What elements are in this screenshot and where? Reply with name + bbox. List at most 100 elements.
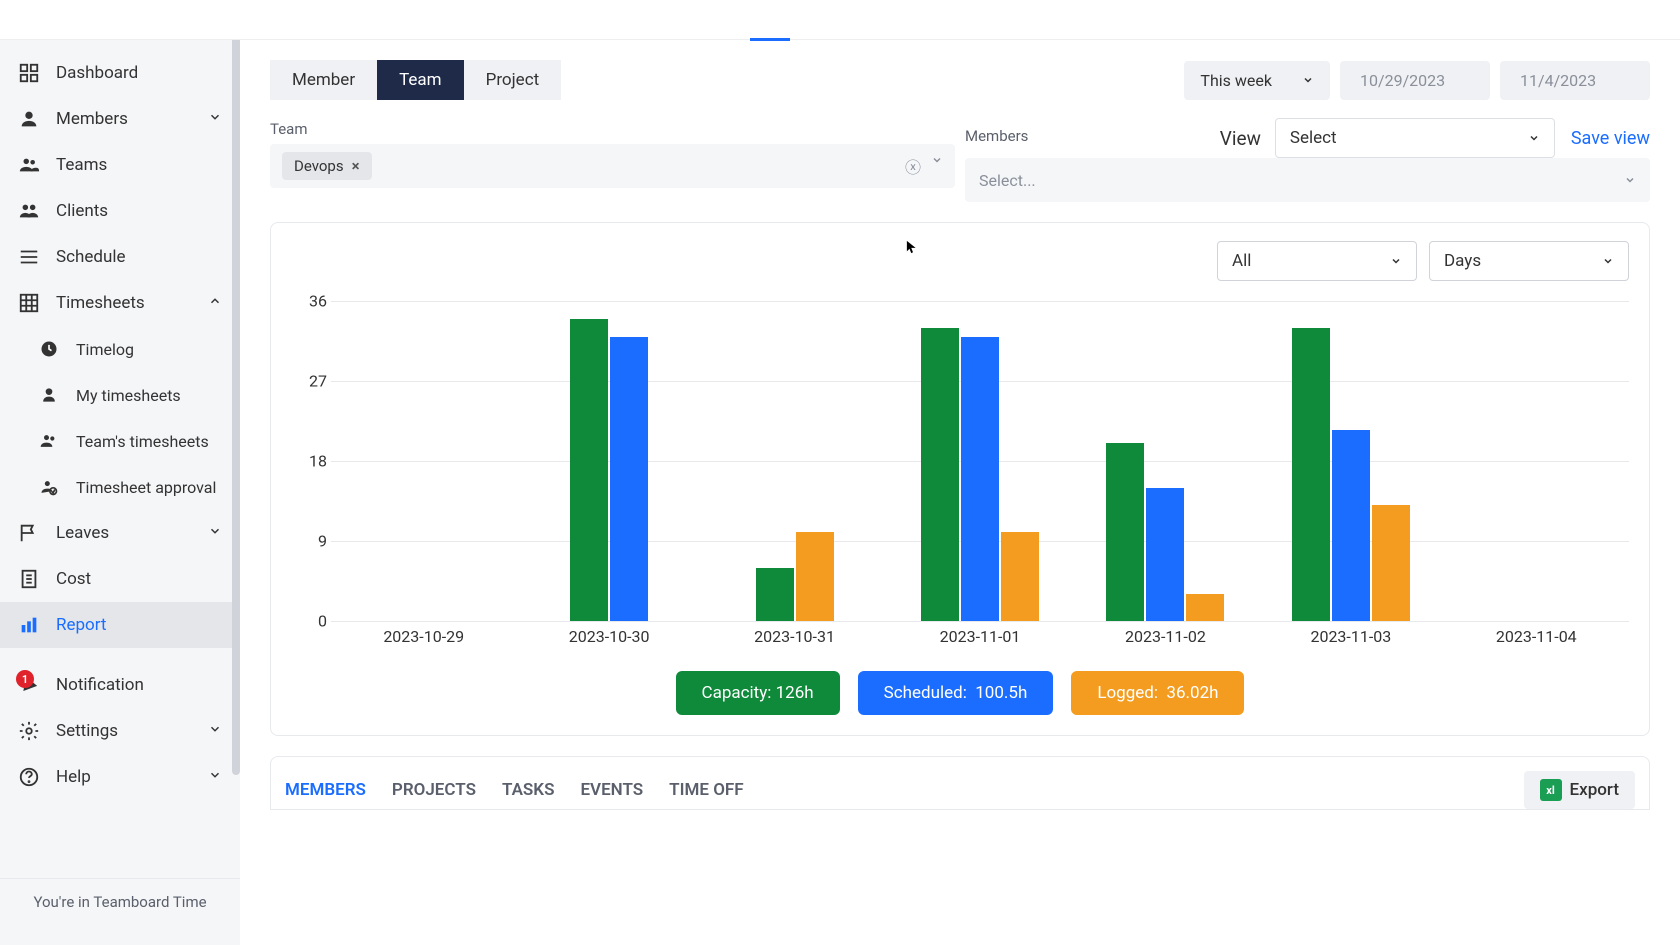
tab-member[interactable]: Member — [270, 60, 377, 100]
bar-capacity — [921, 328, 959, 621]
series-filter-value: All — [1232, 251, 1251, 271]
dashboard-icon — [18, 62, 40, 84]
legend-scheduled: Scheduled: 100.5h — [858, 671, 1054, 715]
export-button[interactable]: xlExport — [1524, 771, 1635, 809]
bar-capacity — [756, 568, 794, 621]
chevron-down-icon — [1390, 255, 1402, 267]
subtab-events[interactable]: EVENTS — [580, 780, 643, 800]
bar-scheduled — [1332, 430, 1370, 621]
subtab-timeoff[interactable]: TIME OFF — [669, 780, 743, 800]
members-placeholder: Select... — [979, 171, 1036, 190]
nav-schedule[interactable]: Schedule — [0, 234, 240, 280]
excel-icon: xl — [1540, 779, 1562, 801]
chevron-down-icon — [208, 523, 222, 543]
nav-timelog[interactable]: Timelog — [0, 326, 240, 372]
bar-capacity — [570, 319, 608, 621]
chip-label: Devops — [294, 157, 344, 175]
members-filter-input[interactable]: Select... — [965, 158, 1650, 202]
nav-clients[interactable]: Clients — [0, 188, 240, 234]
nav-my-timesheets[interactable]: My timesheets — [0, 372, 240, 418]
schedule-icon — [18, 246, 40, 268]
bell-icon: 1 — [18, 674, 40, 696]
save-view-link[interactable]: Save view — [1571, 128, 1650, 149]
bar-chart: 09182736 2023-10-292023-10-302023-10-312… — [331, 301, 1629, 651]
chart-card: All Days 09182736 2023-10-292023-10-3020… — [270, 222, 1650, 736]
subtab-projects[interactable]: PROJECTS — [392, 780, 476, 800]
subtab-tasks[interactable]: TASKS — [502, 780, 555, 800]
chevron-down-icon — [1624, 174, 1636, 186]
bar-logged — [1186, 594, 1224, 621]
nav-label: Schedule — [56, 247, 125, 267]
nav-help[interactable]: Help — [0, 754, 240, 800]
nav-settings[interactable]: Settings — [0, 708, 240, 754]
main-content: Member Team Project This week 10/29/2023… — [240, 0, 1680, 945]
approval-icon — [38, 476, 60, 498]
chevron-down-icon — [1528, 132, 1540, 144]
nav-label: Team's timesheets — [76, 432, 209, 451]
flag-icon — [18, 522, 40, 544]
user-icon — [18, 108, 40, 130]
legend-logged: Logged: 36.02h — [1071, 671, 1244, 715]
tab-project[interactable]: Project — [464, 60, 562, 100]
nav-timesheet-approval[interactable]: Timesheet approval — [0, 464, 240, 510]
nav-notification[interactable]: 1 Notification — [0, 662, 240, 708]
view-value: Select — [1290, 128, 1337, 148]
nav-label: Leaves — [56, 523, 109, 543]
clear-icon[interactable]: ⓧ — [905, 154, 921, 178]
nav-dashboard[interactable]: Dashboard — [0, 50, 240, 96]
user-icon — [38, 384, 60, 406]
grid-icon — [18, 292, 40, 314]
chevron-down-icon — [1602, 255, 1614, 267]
series-filter-dropdown[interactable]: All — [1217, 241, 1417, 281]
nav-label: Notification — [56, 675, 144, 695]
chevron-down-icon[interactable] — [931, 154, 943, 166]
nav-timesheets[interactable]: Timesheets — [0, 280, 240, 326]
chip-remove-icon[interactable]: × — [352, 157, 360, 175]
nav-label: Clients — [56, 201, 108, 221]
nav-label: Timesheet approval — [76, 478, 216, 497]
nav-label: Members — [56, 109, 128, 129]
nav-teams[interactable]: Teams — [0, 142, 240, 188]
subtab-members[interactable]: MEMBERS — [285, 780, 366, 800]
nav-label: Timelog — [76, 340, 134, 359]
chevron-down-icon — [1302, 74, 1314, 86]
gear-icon — [18, 720, 40, 742]
bar-scheduled — [961, 337, 999, 621]
topbar — [0, 0, 1680, 40]
sidebar-footer: You're in Teamboard Time — [0, 878, 240, 925]
tab-team[interactable]: Team — [377, 60, 464, 100]
granularity-dropdown[interactable]: Days — [1429, 241, 1629, 281]
date-end-field[interactable]: 11/4/2023 — [1500, 61, 1650, 100]
nav-cost[interactable]: Cost — [0, 556, 240, 602]
subtabs: MEMBERS PROJECTS TASKS EVENTS TIME OFF x… — [270, 756, 1650, 810]
bar-capacity — [1106, 443, 1144, 621]
clock-icon — [38, 338, 60, 360]
nav-label: Teams — [56, 155, 107, 175]
bar-logged — [796, 532, 834, 621]
team-filter-label: Team — [270, 120, 955, 138]
members-filter-label: Members — [965, 127, 1208, 145]
chevron-down-icon — [208, 109, 222, 129]
date-preset-dropdown[interactable]: This week — [1184, 61, 1330, 100]
nav-leaves[interactable]: Leaves — [0, 510, 240, 556]
bar-capacity — [1292, 328, 1330, 621]
date-start-field[interactable]: 10/29/2023 — [1340, 61, 1490, 100]
nav-report[interactable]: Report — [0, 602, 240, 648]
help-icon — [18, 766, 40, 788]
bar-scheduled — [1146, 488, 1184, 621]
view-dropdown[interactable]: Select — [1275, 118, 1555, 158]
chart-icon — [18, 614, 40, 636]
nav-label: My timesheets — [76, 386, 181, 405]
bar-logged — [1001, 532, 1039, 621]
nav-team-timesheets[interactable]: Team's timesheets — [0, 418, 240, 464]
bar-scheduled — [610, 337, 648, 621]
team-filter-input[interactable]: Devops × ⓧ — [270, 144, 955, 188]
chevron-down-icon — [208, 767, 222, 787]
view-label: View — [1220, 127, 1261, 150]
document-icon — [18, 568, 40, 590]
chevron-up-icon — [208, 293, 222, 313]
bar-logged — [1372, 505, 1410, 621]
users-icon — [38, 430, 60, 452]
nav-members[interactable]: Members — [0, 96, 240, 142]
date-preset-value: This week — [1200, 71, 1272, 90]
